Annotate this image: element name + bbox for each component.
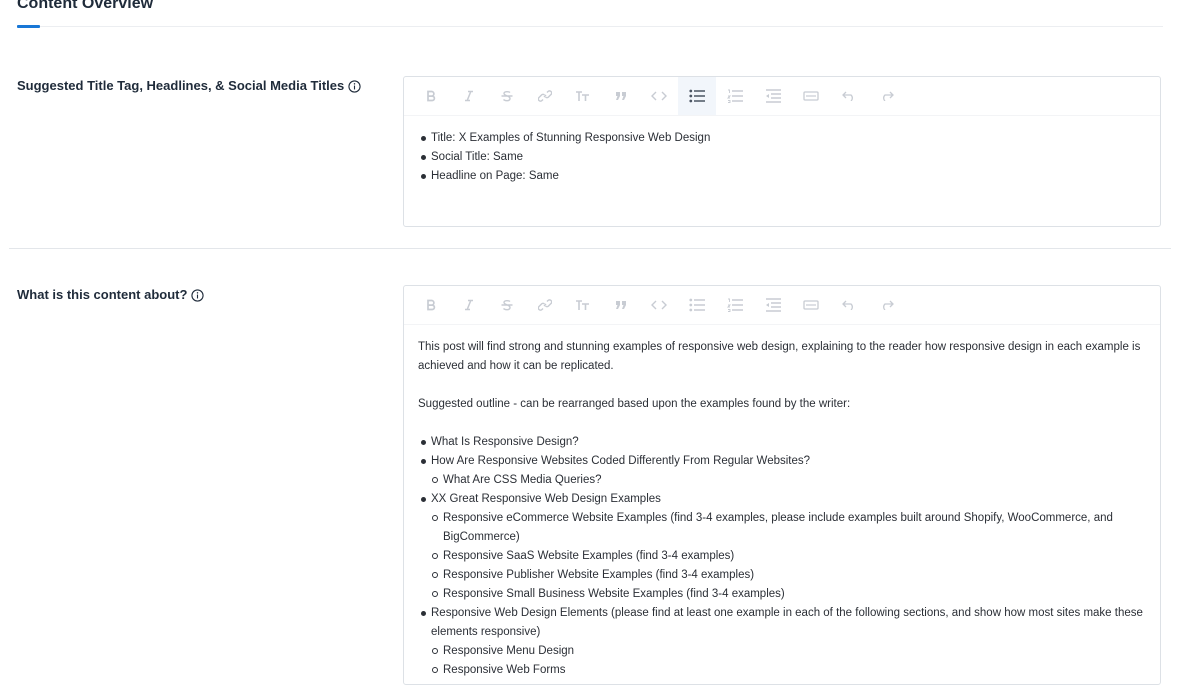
indent-icon[interactable] (792, 286, 830, 324)
bullet-list-icon[interactable] (678, 286, 716, 324)
heading-icon[interactable] (564, 77, 602, 115)
numbered-list-icon[interactable] (716, 286, 754, 324)
code-icon[interactable] (640, 286, 678, 324)
sub-list: Responsive eCommerce Website Examples (f… (431, 509, 1146, 604)
title-tag-label-text: Suggested Title Tag, Headlines, & Social… (17, 78, 345, 93)
link-icon[interactable] (526, 286, 564, 324)
section-divider (17, 26, 1163, 27)
list-item: What Is Responsive Design? (421, 433, 1146, 452)
list-item: XX Great Responsive Web Design Examples … (421, 490, 1146, 604)
redo-icon[interactable] (868, 77, 906, 115)
outline-list: What Is Responsive Design? How Are Respo… (418, 433, 1146, 680)
sub-list-item: Responsive Small Business Website Exampl… (432, 585, 1146, 604)
row-divider (9, 248, 1171, 249)
list-item: Responsive Web Design Elements (please f… (421, 604, 1146, 680)
sub-list-item: What Are CSS Media Queries? (432, 471, 1146, 490)
strikethrough-icon[interactable] (488, 77, 526, 115)
code-icon[interactable] (640, 77, 678, 115)
content-about-label: What is this content about? (17, 286, 205, 304)
sub-list: Responsive Menu Design Responsive Web Fo… (431, 642, 1146, 680)
list-item: How Are Responsive Websites Coded Differ… (421, 452, 1146, 490)
editor-toolbar (404, 286, 1160, 325)
outdent-icon[interactable] (754, 286, 792, 324)
paragraph: Suggested outline - can be rearranged ba… (418, 398, 851, 410)
title-tag-editor[interactable]: Title: X Examples of Stunning Responsive… (403, 76, 1161, 227)
sub-list-item: Responsive Publisher Website Examples (f… (432, 566, 1146, 585)
outdent-icon[interactable] (754, 77, 792, 115)
sub-list-item: Responsive eCommerce Website Examples (f… (432, 509, 1146, 547)
sub-list-item: Responsive Menu Design (432, 642, 1146, 661)
section-title: Content Overview (17, 0, 154, 12)
sub-list: What Are CSS Media Queries? (431, 471, 1146, 490)
info-icon[interactable] (191, 288, 205, 302)
strikethrough-icon[interactable] (488, 286, 526, 324)
redo-icon[interactable] (868, 286, 906, 324)
list-item: Social Title: Same (421, 148, 1146, 167)
italic-icon[interactable] (450, 286, 488, 324)
list-item: Headline on Page: Same (421, 167, 1146, 186)
link-icon[interactable] (526, 77, 564, 115)
bold-icon[interactable] (412, 77, 450, 115)
undo-icon[interactable] (830, 286, 868, 324)
paragraph: This post will find strong and stunning … (418, 341, 1141, 372)
heading-icon[interactable] (564, 286, 602, 324)
section-title-accent (17, 25, 40, 28)
sub-list-item: Responsive Web Forms (432, 661, 1146, 680)
bullet-list-icon[interactable] (678, 77, 716, 115)
editor-content[interactable]: This post will find strong and stunning … (404, 325, 1160, 680)
list-item: Title: X Examples of Stunning Responsive… (421, 129, 1146, 148)
bold-icon[interactable] (412, 286, 450, 324)
editor-toolbar (404, 77, 1160, 116)
bullet-list: Title: X Examples of Stunning Responsive… (418, 129, 1146, 186)
undo-icon[interactable] (830, 77, 868, 115)
content-about-label-text: What is this content about? (17, 287, 188, 302)
sub-list-item: Responsive SaaS Website Examples (find 3… (432, 547, 1146, 566)
title-tag-label: Suggested Title Tag, Headlines, & Social… (17, 77, 361, 95)
content-about-editor[interactable]: This post will find strong and stunning … (403, 285, 1161, 685)
numbered-list-icon[interactable] (716, 77, 754, 115)
quote-icon[interactable] (602, 77, 640, 115)
indent-icon[interactable] (792, 77, 830, 115)
quote-icon[interactable] (602, 286, 640, 324)
info-icon[interactable] (348, 79, 361, 93)
italic-icon[interactable] (450, 77, 488, 115)
editor-content[interactable]: Title: X Examples of Stunning Responsive… (404, 116, 1160, 186)
